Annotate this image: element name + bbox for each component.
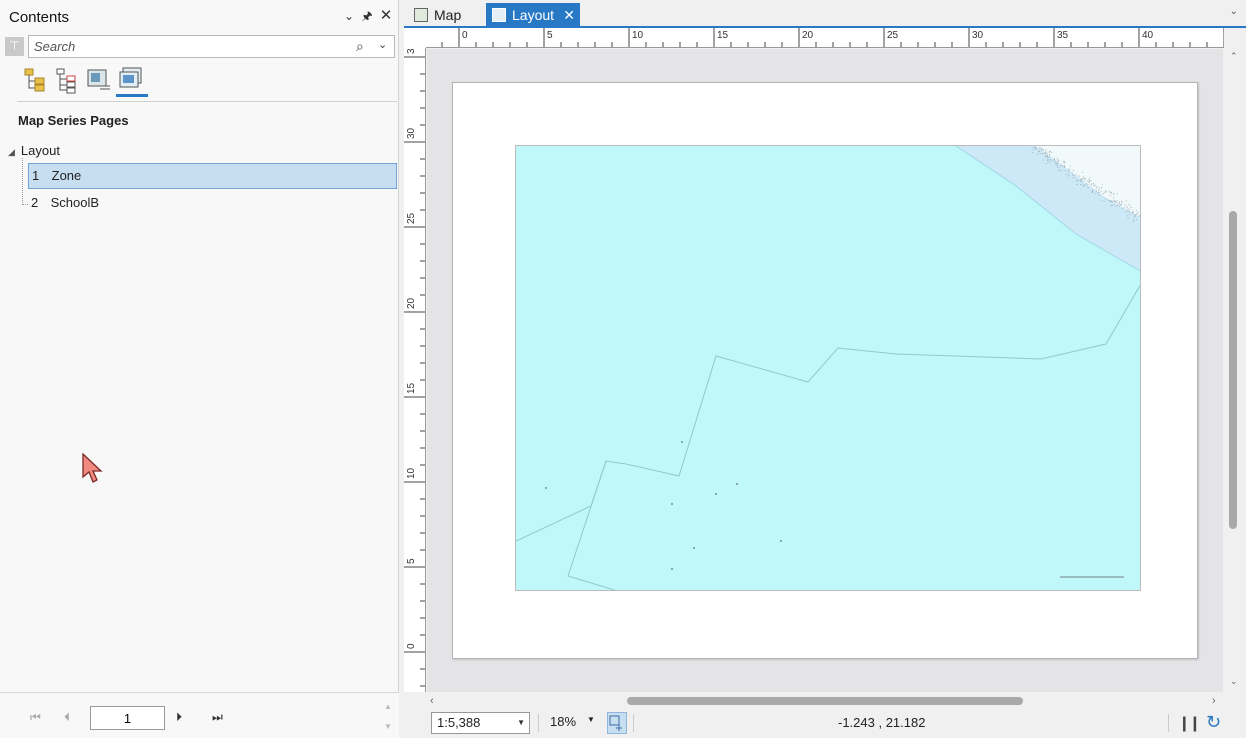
scroll-down-icon[interactable]: ⌄ bbox=[1230, 676, 1238, 687]
ruler-label: 30 bbox=[972, 30, 984, 41]
page-number: 1 bbox=[32, 168, 40, 183]
layout-icon bbox=[492, 8, 506, 22]
ruler-label: 25 bbox=[406, 212, 417, 224]
map-series-page-row[interactable]: 2 SchoolB bbox=[28, 191, 397, 217]
vertical-scrollbar[interactable]: ⌃ ⌄ bbox=[1224, 48, 1246, 692]
contents-header: Contents ⌄ 🖈 ✕ bbox=[0, 0, 399, 32]
tab-map[interactable]: Map bbox=[408, 3, 484, 27]
cursor-coordinates: -1.243 , 21.182 bbox=[838, 715, 926, 730]
contents-title: Contents bbox=[9, 9, 70, 26]
zone-boundary bbox=[516, 284, 1140, 542]
page-number: 2 bbox=[31, 195, 39, 210]
page-navigator: ⏮ ⏴ ⏵ ⏭ ▲▼ bbox=[0, 692, 399, 738]
status-bar: 1:5,388 ▼ 18% ▼ -1.243 , 21.182 ❙❙ ↻ bbox=[426, 710, 1246, 738]
scale-dropdown[interactable]: 1:5,388 ▼ bbox=[431, 712, 530, 734]
ruler-label: 30 bbox=[406, 127, 417, 139]
refresh-icon[interactable]: ↻ bbox=[1206, 712, 1221, 733]
map-series-pages-heading: Map Series Pages bbox=[18, 113, 129, 128]
chevron-down-icon[interactable]: ⌄ bbox=[378, 38, 387, 51]
layout-page[interactable] bbox=[452, 82, 1198, 659]
chevron-down-icon[interactable]: ▼ bbox=[587, 715, 595, 724]
ruler-label: 5 bbox=[406, 558, 417, 564]
mouse-cursor-icon bbox=[82, 452, 104, 488]
page-name: SchoolB bbox=[50, 195, 100, 210]
divider bbox=[1168, 714, 1169, 732]
layout-view-pane: Map Layout ✕ ⌄ 05101520253035404 3530252… bbox=[404, 0, 1246, 738]
list-by-drawing-order-icon[interactable] bbox=[23, 66, 51, 96]
list-map-series-pages-icon[interactable] bbox=[116, 66, 148, 97]
search-icon[interactable]: ⌕ bbox=[356, 38, 364, 55]
snapping-icon bbox=[609, 715, 622, 731]
vertical-scroll-thumb[interactable] bbox=[1229, 211, 1237, 529]
snapping-toggle-button[interactable] bbox=[607, 712, 627, 734]
page-number-input[interactable] bbox=[90, 706, 165, 730]
ruler-label: 40 bbox=[1142, 30, 1154, 41]
pause-drawing-icon[interactable]: ❙❙ bbox=[1178, 714, 1201, 732]
close-icon[interactable]: ✕ bbox=[379, 8, 393, 23]
search-row: ⊤ ⌕ ⌄ bbox=[4, 35, 396, 59]
horizontal-scroll-thumb[interactable] bbox=[627, 697, 1023, 705]
ruler-label: 25 bbox=[887, 30, 899, 41]
tab-label: Layout bbox=[512, 7, 555, 23]
previous-page-icon[interactable]: ⏴ bbox=[64, 710, 70, 725]
ruler-label: 20 bbox=[406, 297, 417, 309]
tree-node-label: Layout bbox=[20, 143, 60, 158]
page-name: Zone bbox=[51, 168, 82, 183]
ruler-label: 15 bbox=[406, 382, 417, 394]
pin-icon[interactable]: 🖈 bbox=[360, 9, 374, 23]
ruler-label: 15 bbox=[717, 30, 729, 41]
chevron-down-icon[interactable]: ▼ bbox=[517, 713, 525, 733]
ruler-corner bbox=[404, 28, 426, 48]
document-tabbar: Map Layout ✕ ⌄ bbox=[404, 0, 1246, 28]
contents-view-tabs bbox=[17, 64, 397, 102]
ruler-label: 35 bbox=[406, 48, 417, 54]
divider bbox=[538, 714, 539, 732]
map-frame[interactable] bbox=[515, 145, 1141, 591]
ruler-label: 10 bbox=[632, 30, 644, 41]
layout-canvas[interactable] bbox=[427, 49, 1223, 692]
ruler-label: 10 bbox=[406, 467, 417, 479]
map-series-page-row[interactable]: 1 Zone bbox=[28, 163, 397, 189]
filter-icon[interactable]: ⊤ bbox=[5, 37, 24, 56]
last-page-icon[interactable]: ⏭ bbox=[212, 710, 223, 725]
ruler-label: 0 bbox=[462, 30, 468, 41]
first-page-icon[interactable]: ⏮ bbox=[30, 710, 41, 725]
chevron-down-icon[interactable]: ⌄ bbox=[1230, 6, 1238, 17]
ruler-label: 35 bbox=[1057, 30, 1069, 41]
map-icon bbox=[414, 8, 428, 22]
scale-value: 1:5,388 bbox=[437, 715, 481, 730]
zoom-level[interactable]: 18% bbox=[550, 714, 576, 729]
scroll-up-icon[interactable]: ⌃ bbox=[1230, 51, 1238, 62]
search-input[interactable] bbox=[28, 35, 395, 58]
horizontal-scrollbar[interactable]: ‹ › bbox=[426, 692, 1224, 710]
expand-triangle-icon[interactable]: ◢ bbox=[8, 147, 15, 157]
close-icon[interactable]: ✕ bbox=[563, 3, 575, 27]
list-by-selection-icon[interactable] bbox=[86, 66, 114, 96]
contents-pane: Contents ⌄ 🖈 ✕ ⊤ ⌕ ⌄ bbox=[0, 0, 399, 738]
ruler-label: 0 bbox=[406, 643, 417, 649]
scroll-right-icon[interactable]: › bbox=[1212, 695, 1216, 707]
pager-scroll-arrows-icon[interactable]: ▲ ▼ bbox=[384, 697, 392, 737]
ruler-label: 20 bbox=[802, 30, 814, 41]
chevron-down-icon[interactable]: ⌄ bbox=[342, 9, 356, 23]
tab-label: Map bbox=[434, 7, 462, 23]
tree-node-layout[interactable]: ◢ Layout bbox=[8, 143, 60, 163]
horizontal-ruler[interactable]: 05101520253035404 bbox=[426, 28, 1224, 48]
divider bbox=[633, 714, 634, 732]
next-page-icon[interactable]: ⏵ bbox=[176, 710, 182, 725]
tab-layout[interactable]: Layout ✕ bbox=[486, 3, 580, 27]
ruler-label: 5 bbox=[547, 30, 553, 41]
scroll-left-icon[interactable]: ‹ bbox=[430, 695, 434, 707]
list-by-source-icon[interactable] bbox=[55, 66, 83, 96]
vertical-ruler[interactable]: 35 30 25 20 15 10 5 0 bbox=[404, 48, 426, 692]
